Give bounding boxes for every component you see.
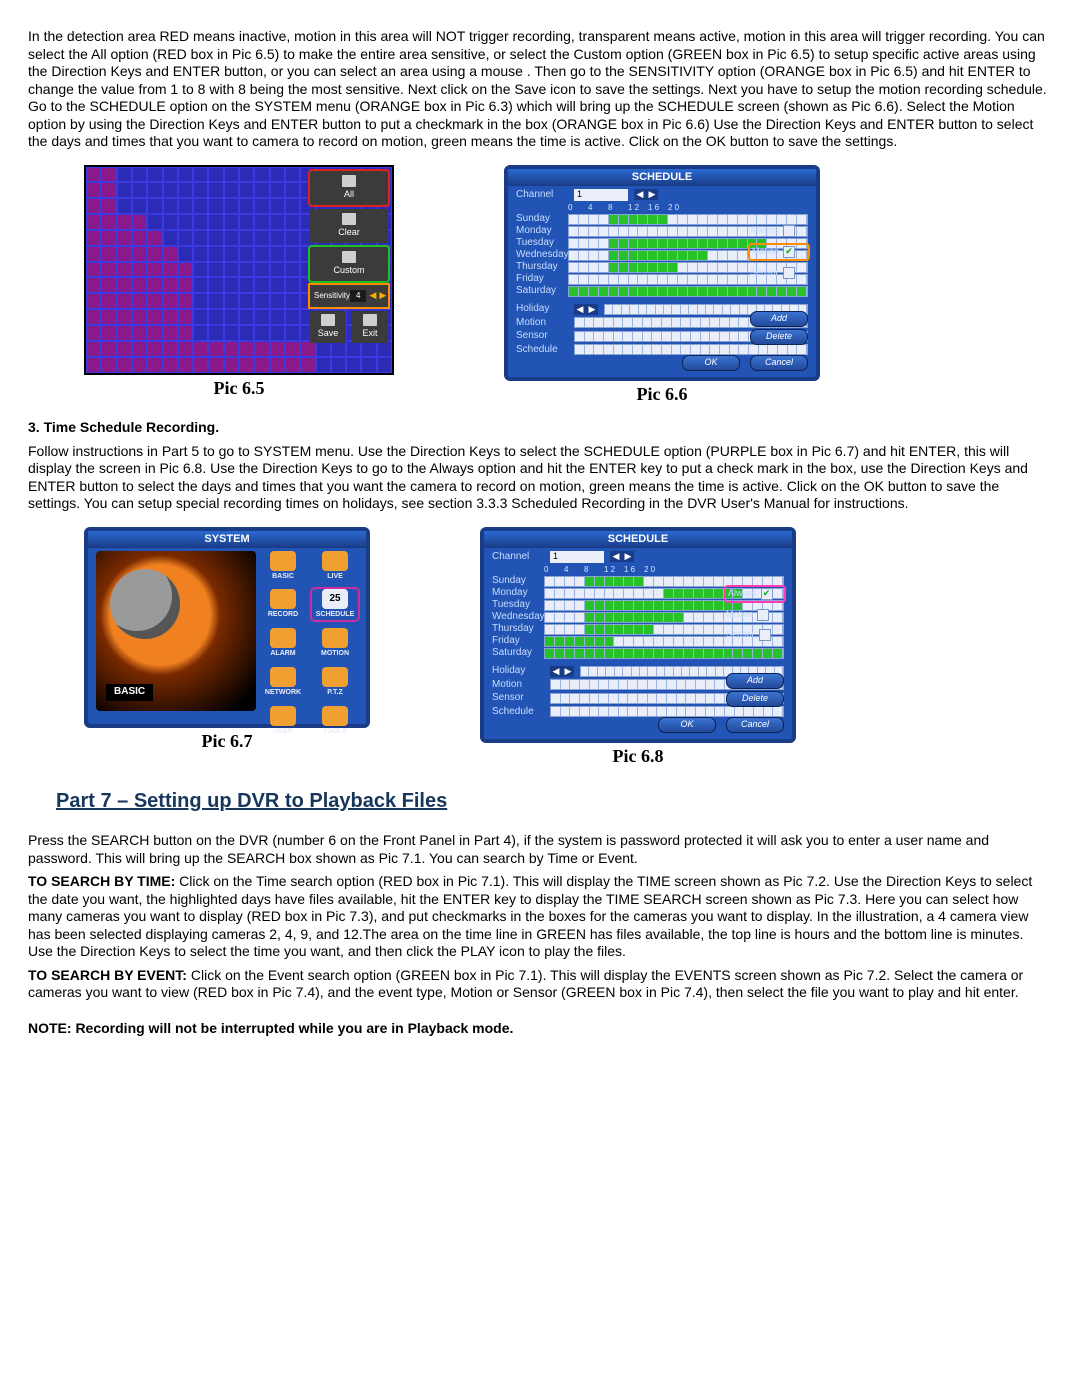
search-by-event-paragraph: TO SEARCH BY EVENT: Click on the Event s… bbox=[28, 967, 1052, 1002]
caption-6-5: Pic 6.5 bbox=[214, 377, 265, 400]
part-7-intro: Press the SEARCH button on the DVR (numb… bbox=[28, 832, 1052, 867]
system-item-record[interactable]: RECORD bbox=[260, 589, 306, 620]
day-label: Sunday bbox=[492, 575, 544, 588]
day-label: Wednesday bbox=[516, 249, 568, 262]
cancel-button[interactable]: Cancel bbox=[750, 355, 808, 371]
day-label: Friday bbox=[492, 635, 544, 648]
caption-6-7: Pic 6.7 bbox=[202, 730, 253, 753]
pic-6-5-detection-grid: All Clear Custom Sensitivity 4 ◀ ▶ Save … bbox=[84, 165, 394, 375]
caption-6-6: Pic 6.6 bbox=[637, 383, 688, 406]
day-bar[interactable] bbox=[568, 214, 808, 225]
ok-button[interactable]: OK bbox=[658, 717, 716, 733]
day-label: Thursday bbox=[516, 261, 568, 274]
save-button[interactable]: Save bbox=[310, 311, 346, 343]
system-item-schedule[interactable]: 25SCHEDULE bbox=[312, 589, 358, 620]
live-icon bbox=[322, 551, 348, 571]
all-button[interactable]: All bbox=[310, 171, 388, 205]
system-item-basic[interactable]: BASIC bbox=[260, 551, 306, 582]
right-arrow-icon[interactable]: ▶ bbox=[379, 290, 386, 301]
left-arrow-icon[interactable]: ◀ bbox=[369, 290, 376, 301]
channel-select[interactable]: 1 bbox=[550, 551, 604, 563]
search-by-event-label: TO SEARCH BY EVENT: bbox=[28, 967, 191, 983]
day-label: Friday bbox=[516, 273, 568, 286]
channel-label: Channel bbox=[516, 189, 568, 202]
caption-6-8: Pic 6.8 bbox=[613, 745, 664, 768]
channel-nav[interactable]: ◀▶ bbox=[610, 551, 634, 562]
day-label: Wednesday bbox=[492, 611, 544, 624]
p.t.z-icon bbox=[322, 667, 348, 687]
legend-always[interactable]: Always✔ bbox=[726, 587, 784, 601]
pic-6-7-system-menu: SYSTEM BASIC BASICLIVERECORD25SCHEDULEAL… bbox=[84, 527, 370, 728]
system-item-live[interactable]: LIVE bbox=[312, 551, 358, 582]
legend-sensor[interactable]: Sensor bbox=[750, 267, 808, 279]
playback-note: NOTE: Recording will not be interrupted … bbox=[28, 1020, 1052, 1038]
part-7-heading: Part 7 – Setting up DVR to Playback File… bbox=[56, 789, 1052, 814]
legend-always[interactable]: Always bbox=[750, 225, 808, 237]
legend-motion[interactable]: Motion bbox=[726, 609, 784, 621]
day-label: Saturday bbox=[516, 285, 568, 298]
figure-row-2: SYSTEM BASIC BASICLIVERECORD25SCHEDULEAL… bbox=[84, 527, 1052, 768]
network-icon bbox=[270, 667, 296, 687]
clear-button[interactable]: Clear bbox=[310, 209, 388, 243]
day-label: Thursday bbox=[492, 623, 544, 636]
ok-button[interactable]: OK bbox=[682, 355, 740, 371]
day-label: Saturday bbox=[492, 647, 544, 660]
day-bar[interactable] bbox=[544, 648, 784, 659]
schedule-icon: 25 bbox=[322, 589, 348, 609]
add-button[interactable]: Add bbox=[750, 311, 808, 327]
day-bar[interactable] bbox=[568, 286, 808, 297]
figure-row-1: All Clear Custom Sensitivity 4 ◀ ▶ Save … bbox=[84, 165, 1052, 406]
day-label: Sunday bbox=[516, 213, 568, 226]
schedule-title: SCHEDULE bbox=[508, 169, 816, 187]
exit-button[interactable]: Exit bbox=[352, 311, 388, 343]
motion-icon bbox=[322, 628, 348, 648]
floppy-icon bbox=[321, 314, 335, 326]
basic-icon bbox=[270, 551, 296, 571]
day-label: Tuesday bbox=[516, 237, 568, 250]
section-3-heading: 3. Time Schedule Recording. bbox=[28, 419, 1052, 437]
exit-icon bbox=[363, 314, 377, 326]
delete-button[interactable]: Delete bbox=[750, 329, 808, 345]
system-item-network[interactable]: NETWORK bbox=[260, 667, 306, 698]
alarm-icon bbox=[270, 628, 296, 648]
record-icon bbox=[270, 589, 296, 609]
day-label: Tuesday bbox=[492, 599, 544, 612]
system-item-alarm[interactable]: ALARM bbox=[260, 628, 306, 659]
system-item-motion[interactable]: MOTION bbox=[312, 628, 358, 659]
legend-sensor[interactable]: Sensor bbox=[726, 629, 784, 641]
add-button[interactable]: Add bbox=[726, 673, 784, 689]
pic-6-6-schedule-panel: SCHEDULE Channel 1 ◀▶ 0481 21 62 0 Sunda… bbox=[504, 165, 820, 381]
section-3-paragraph: Follow instructions in Part 5 to go to S… bbox=[28, 443, 1052, 513]
system-item-p.t.z[interactable]: P.T.Z bbox=[312, 667, 358, 698]
channel-label: Channel bbox=[492, 551, 544, 564]
system-item-tools[interactable]: TOOLS bbox=[312, 706, 358, 737]
sensitivity-control[interactable]: Sensitivity 4 ◀ ▶ bbox=[310, 285, 388, 307]
delete-button[interactable]: Delete bbox=[726, 691, 784, 707]
day-bar[interactable] bbox=[544, 576, 784, 587]
schedule-title: SCHEDULE bbox=[484, 531, 792, 549]
system-title: SYSTEM bbox=[88, 531, 366, 549]
search-by-time-label: TO SEARCH BY TIME: bbox=[28, 873, 179, 889]
system-item-user[interactable]: USER bbox=[260, 706, 306, 737]
day-label: Monday bbox=[516, 225, 568, 238]
channel-nav[interactable]: ◀▶ bbox=[634, 189, 658, 200]
search-by-time-paragraph: TO SEARCH BY TIME: Click on the Time sea… bbox=[28, 873, 1052, 961]
intro-paragraph: In the detection area RED means inactive… bbox=[28, 28, 1052, 151]
basic-badge: BASIC bbox=[106, 684, 153, 701]
legend-motion[interactable]: Motion✔ bbox=[750, 245, 808, 259]
cancel-button[interactable]: Cancel bbox=[726, 717, 784, 733]
day-label: Monday bbox=[492, 587, 544, 600]
channel-select[interactable]: 1 bbox=[574, 189, 628, 201]
user-icon bbox=[270, 706, 296, 726]
tools-icon bbox=[322, 706, 348, 726]
pic-6-8-schedule-panel: SCHEDULE Channel 1 ◀▶ 0481 21 62 0 Sunda… bbox=[480, 527, 796, 743]
custom-button[interactable]: Custom bbox=[310, 247, 388, 281]
